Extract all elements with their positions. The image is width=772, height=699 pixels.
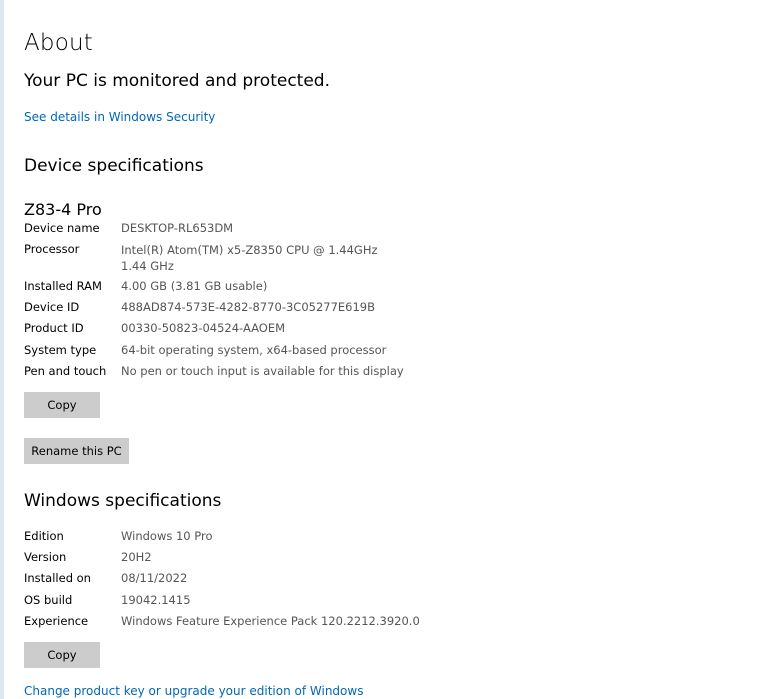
- change-product-key-link[interactable]: Change product key or upgrade your editi…: [24, 684, 363, 698]
- windows-security-link[interactable]: See details in Windows Security: [24, 110, 215, 124]
- edition-value: Windows 10 Pro: [121, 529, 213, 543]
- os-build-label: OS build: [24, 593, 73, 607]
- system-type-label: System type: [24, 343, 97, 357]
- device-id-label: Device ID: [24, 300, 80, 314]
- processor-label: Processor: [24, 242, 80, 256]
- edition-label: Edition: [24, 529, 64, 543]
- copy-device-specs-button[interactable]: Copy: [24, 392, 100, 418]
- experience-value: Windows Feature Experience Pack 120.2212…: [121, 614, 420, 628]
- system-type-value: 64-bit operating system, x64-based proce…: [121, 343, 387, 357]
- protection-status: Your PC is monitored and protected.: [24, 71, 330, 91]
- windows-specs-heading: Windows specifications: [24, 491, 222, 511]
- page-title: About: [24, 30, 94, 56]
- pen-touch-value: No pen or touch input is available for t…: [121, 364, 404, 378]
- device-name-label: Device name: [24, 221, 100, 235]
- installed-ram-value: 4.00 GB (3.81 GB usable): [121, 279, 268, 293]
- processor-value: Intel(R) Atom(TM) x5-Z8350 CPU @ 1.44GHz…: [121, 243, 378, 273]
- about-page: About Your PC is monitored and protected…: [0, 0, 772, 699]
- copy-windows-specs-button[interactable]: Copy: [24, 642, 100, 668]
- experience-label: Experience: [24, 614, 89, 628]
- version-value: 20H2: [121, 550, 152, 564]
- version-label: Version: [24, 550, 67, 564]
- pen-touch-label: Pen and touch: [24, 364, 107, 378]
- product-id-value: 00330-50823-04524-AAOEM: [121, 321, 286, 335]
- installed-ram-label: Installed RAM: [24, 279, 102, 293]
- device-model-name: Z83-4 Pro: [24, 200, 102, 219]
- window-left-edge: [0, 0, 4, 699]
- installed-on-label: Installed on: [24, 571, 91, 585]
- product-id-label: Product ID: [24, 321, 84, 335]
- device-name-value: DESKTOP-RL653DM: [121, 221, 234, 235]
- device-specs-heading: Device specifications: [24, 156, 204, 176]
- device-id-value: 488AD874-573E-4282-8770-3C05277E619B: [121, 300, 376, 314]
- os-build-value: 19042.1415: [121, 593, 191, 607]
- rename-pc-button[interactable]: Rename this PC: [24, 438, 129, 464]
- installed-on-value: 08/11/2022: [121, 571, 188, 585]
